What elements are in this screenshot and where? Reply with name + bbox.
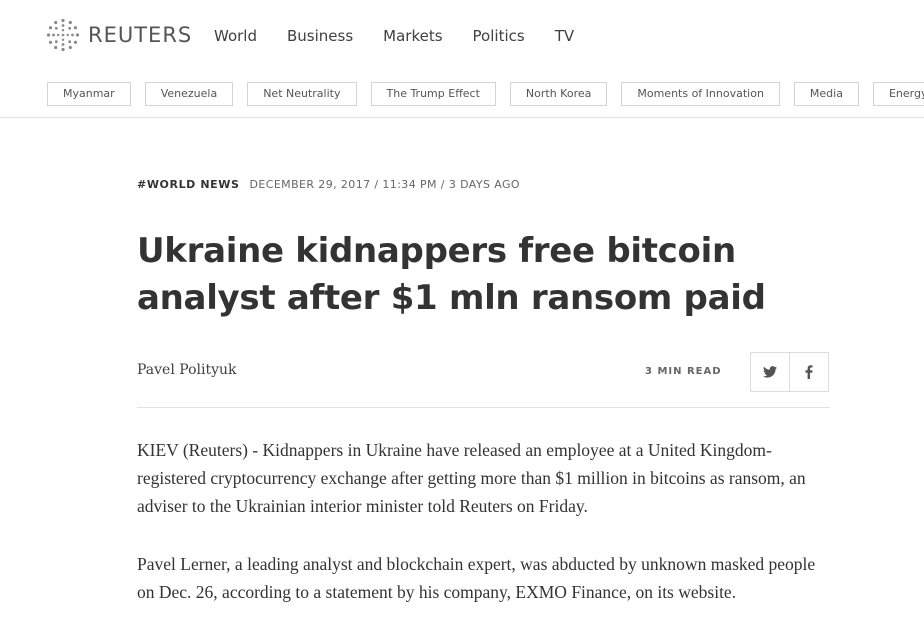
nav-world[interactable]: World bbox=[214, 26, 257, 46]
article-dateline: DECEMBER 29, 2017 / 11:34 PM / 3 DAYS AG… bbox=[249, 178, 520, 191]
share-facebook-button[interactable] bbox=[789, 352, 829, 392]
tag-venezuela[interactable]: Venezuela bbox=[144, 82, 234, 106]
tag-myanmar[interactable]: Myanmar bbox=[47, 82, 131, 106]
nav-politics[interactable]: Politics bbox=[473, 26, 525, 46]
tag-media[interactable]: Media bbox=[793, 82, 859, 106]
share-twitter-button[interactable] bbox=[750, 352, 790, 392]
article-headline: Ukraine kidnappers free bitcoin analyst … bbox=[137, 231, 766, 318]
tag-trump-effect[interactable]: The Trump Effect bbox=[370, 82, 496, 106]
reuters-dot-globe-logo-icon bbox=[46, 18, 80, 52]
facebook-icon bbox=[805, 365, 813, 379]
author-link[interactable]: Pavel Polityuk bbox=[137, 362, 237, 378]
main-nav: World Business Markets Politics TV bbox=[214, 26, 604, 46]
tag-energy-environment[interactable]: Energy & Environment bbox=[872, 82, 924, 106]
nav-markets[interactable]: Markets bbox=[383, 26, 442, 46]
site-header: REUTERS World Business Markets Politics … bbox=[0, 0, 924, 70]
tag-north-korea[interactable]: North Korea bbox=[509, 82, 608, 106]
share-buttons bbox=[750, 352, 829, 392]
brand-name: REUTERS bbox=[88, 23, 193, 47]
nav-business[interactable]: Business bbox=[287, 26, 353, 46]
byline-row: Pavel Polityuk 3 MIN READ bbox=[137, 352, 830, 408]
reuters-logo[interactable]: REUTERS bbox=[46, 18, 192, 52]
article-meta: #WORLD NEWS DECEMBER 29, 2017 / 11:34 PM… bbox=[137, 178, 520, 191]
trending-tags: Myanmar Venezuela Net Neutrality The Tru… bbox=[47, 82, 924, 106]
tag-moments-of-innovation[interactable]: Moments of Innovation bbox=[621, 82, 780, 106]
tag-net-neutrality[interactable]: Net Neutrality bbox=[247, 82, 357, 106]
trending-tags-bar: Myanmar Venezuela Net Neutrality The Tru… bbox=[0, 82, 924, 118]
read-time: 3 MIN READ bbox=[645, 366, 722, 377]
section-link[interactable]: #WORLD NEWS bbox=[137, 178, 240, 191]
article-paragraph: KIEV (Reuters) - Kidnappers in Ukraine h… bbox=[137, 440, 806, 516]
twitter-icon bbox=[763, 366, 777, 378]
article-paragraph: Pavel Lerner, a leading analyst and bloc… bbox=[137, 554, 816, 602]
nav-tv[interactable]: TV bbox=[555, 26, 574, 46]
article-body: KIEV (Reuters) - Kidnappers in Ukraine h… bbox=[137, 436, 832, 636]
